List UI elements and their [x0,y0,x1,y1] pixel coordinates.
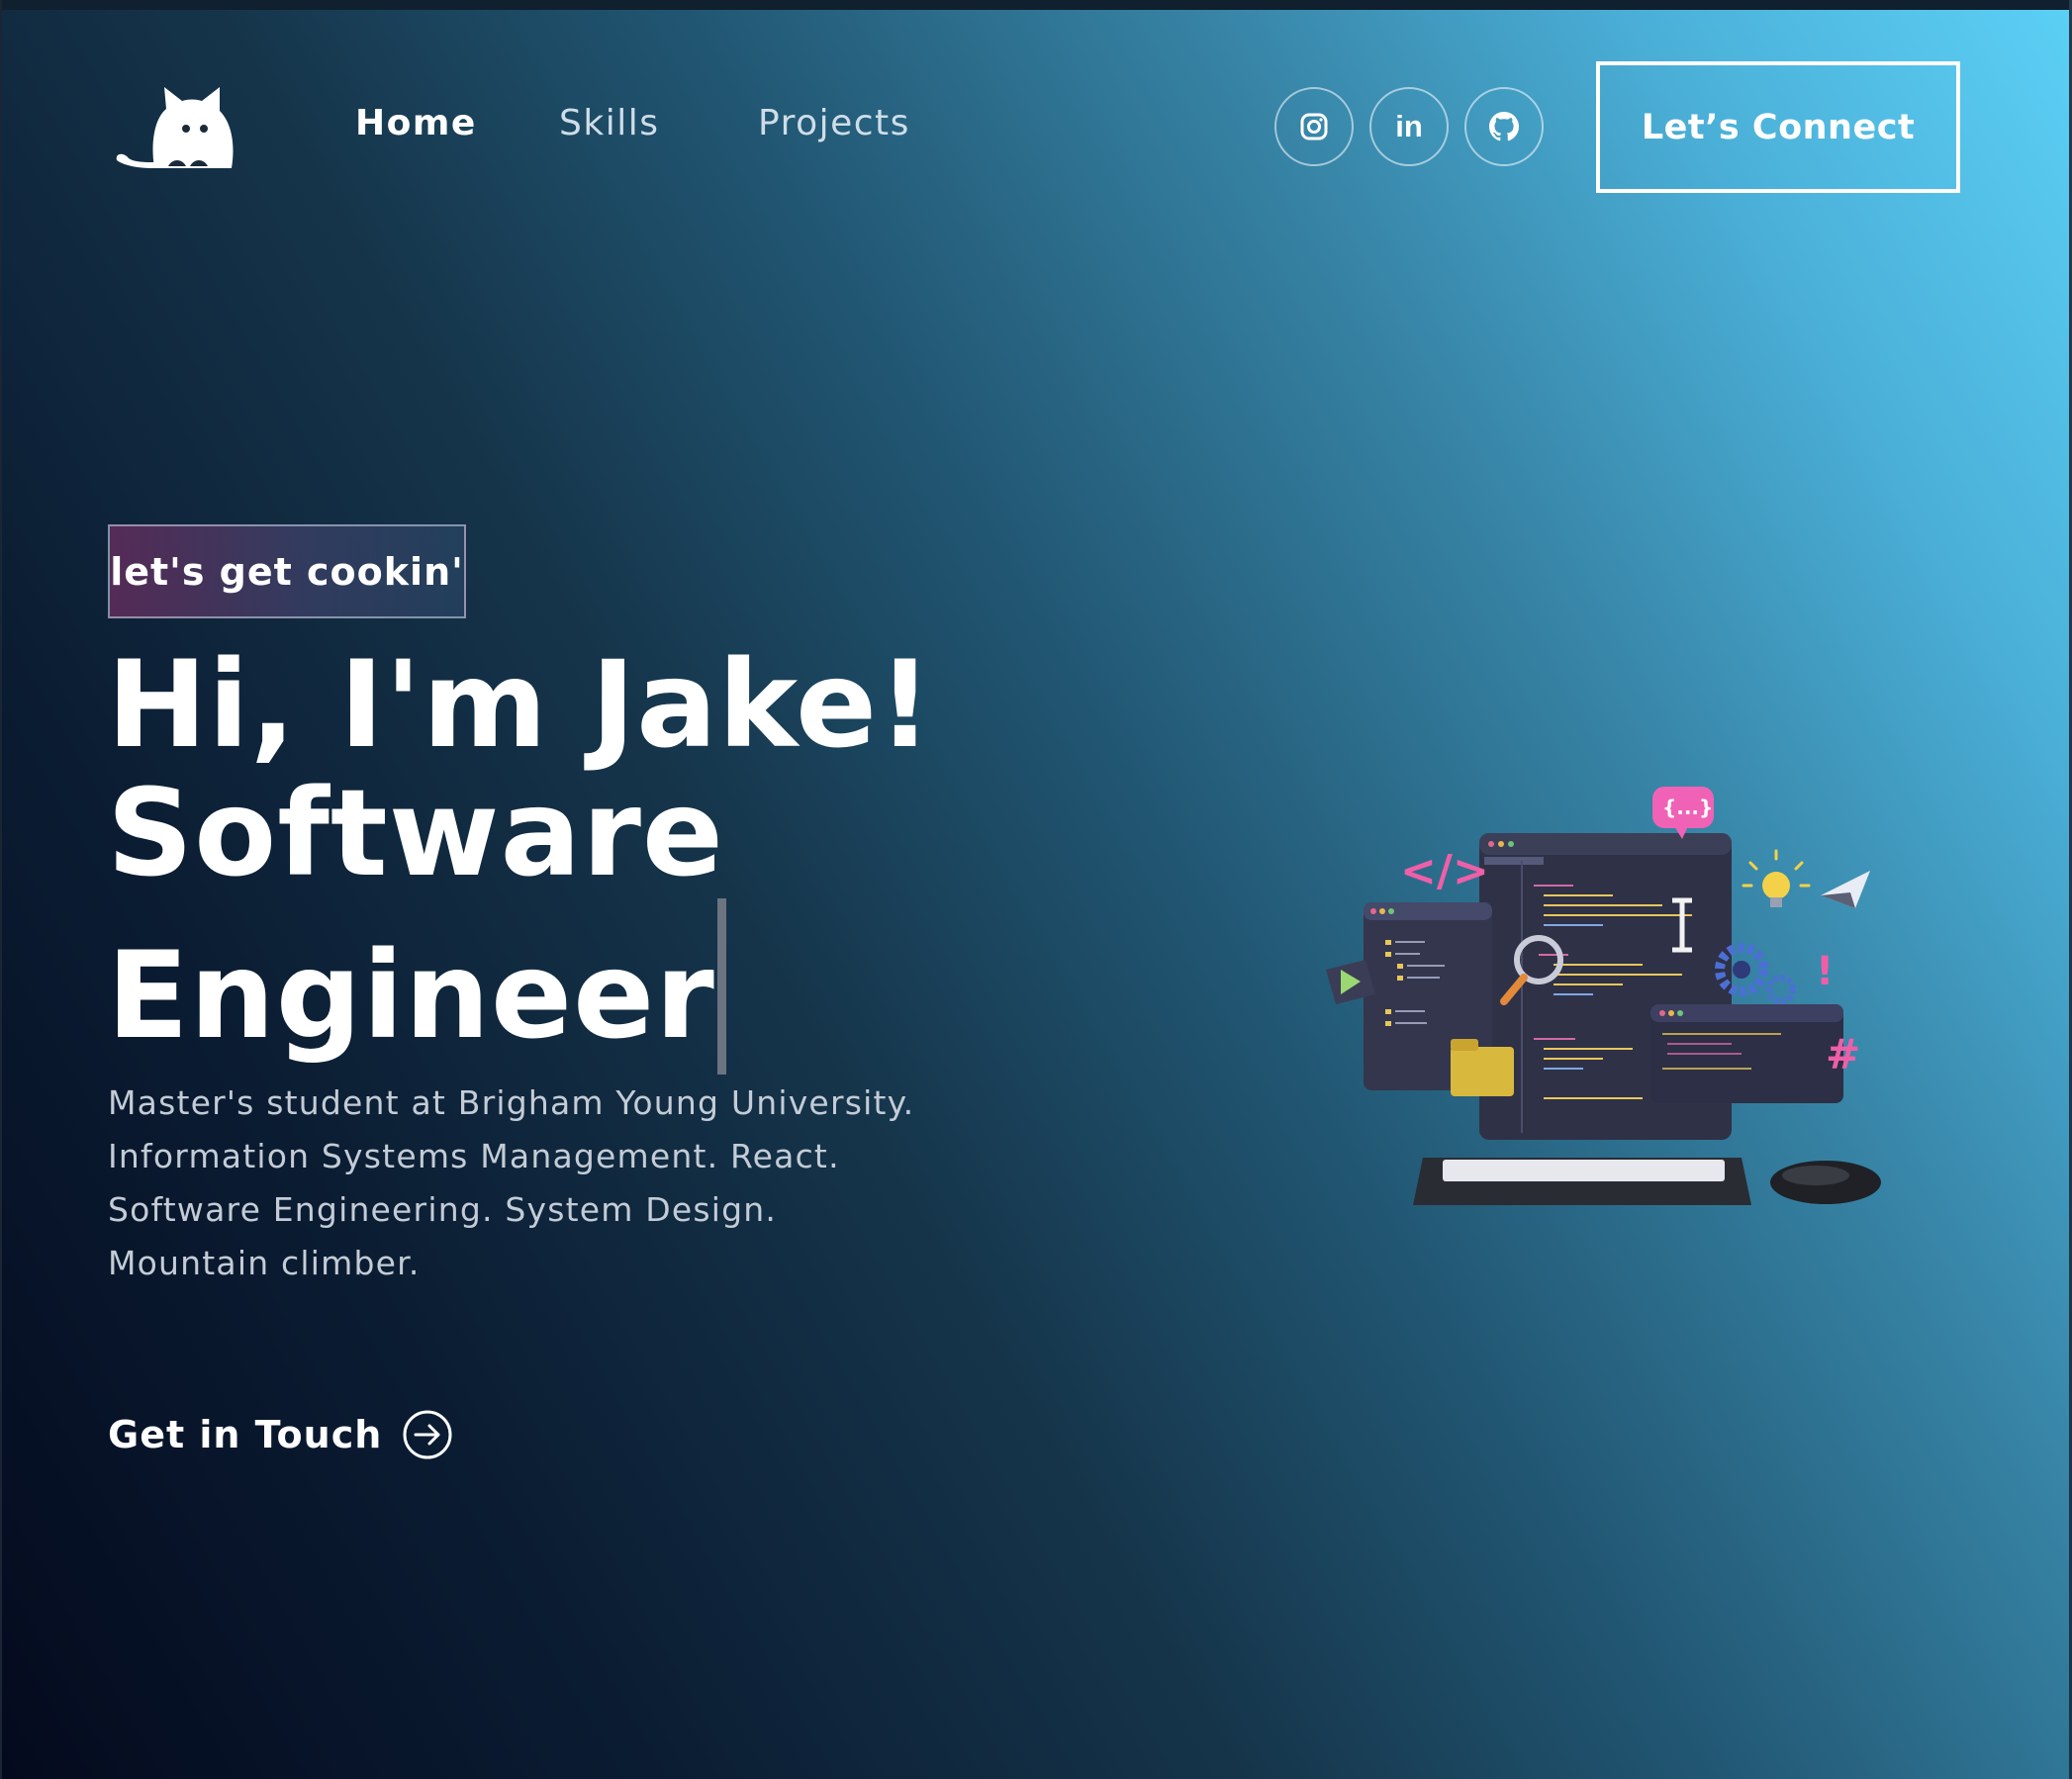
developer-workspace-illustration: </> {...} ! # [1326,787,1881,1205]
bio-line: Mountain climber. [108,1244,421,1282]
svg-text:!: ! [1816,949,1834,994]
headline-role-text: Engineer [107,926,715,1066]
nav-link-home[interactable]: Home [355,103,477,143]
arrow-right-circle-icon [403,1410,452,1459]
nav-link-skills[interactable]: Skills [559,103,659,143]
headline-greeting: Hi, I'm Jake! [107,635,934,775]
tagline-badge: let's get cookin' [108,524,466,618]
cat-logo[interactable] [111,83,241,172]
typing-cursor [716,898,726,1075]
get-in-touch-link[interactable]: Get in Touch [108,1409,453,1460]
hero-headline: Hi, I'm Jake! Software Engineer [107,641,933,1075]
svg-text:</>: </> [1400,846,1489,896]
github-icon [1489,112,1519,141]
hero-bio: Master's student at Brigham Young Univer… [108,1077,998,1290]
linkedin-icon: in [1395,109,1423,143]
window-left-edge [0,0,2,1779]
window-top-strip [0,0,2072,10]
bio-line: Information Systems Management. React. [108,1137,840,1175]
bio-line: Master's student at Brigham Young Univer… [108,1083,915,1122]
svg-text:#: # [1826,1030,1860,1078]
headline-role-line1: Software [107,764,724,903]
instagram-icon [1300,113,1328,140]
headline-role-line2: Engineer [107,898,933,1075]
get-in-touch-label: Get in Touch [108,1413,383,1456]
lets-connect-button[interactable]: Let’s Connect [1596,61,1960,193]
github-button[interactable] [1464,87,1544,166]
instagram-button[interactable] [1274,87,1354,166]
linkedin-button[interactable]: in [1369,87,1449,166]
bio-line: Software Engineering. System Design. [108,1190,778,1229]
nav-link-projects[interactable]: Projects [758,103,910,143]
svg-text:{...}: {...} [1662,796,1713,819]
